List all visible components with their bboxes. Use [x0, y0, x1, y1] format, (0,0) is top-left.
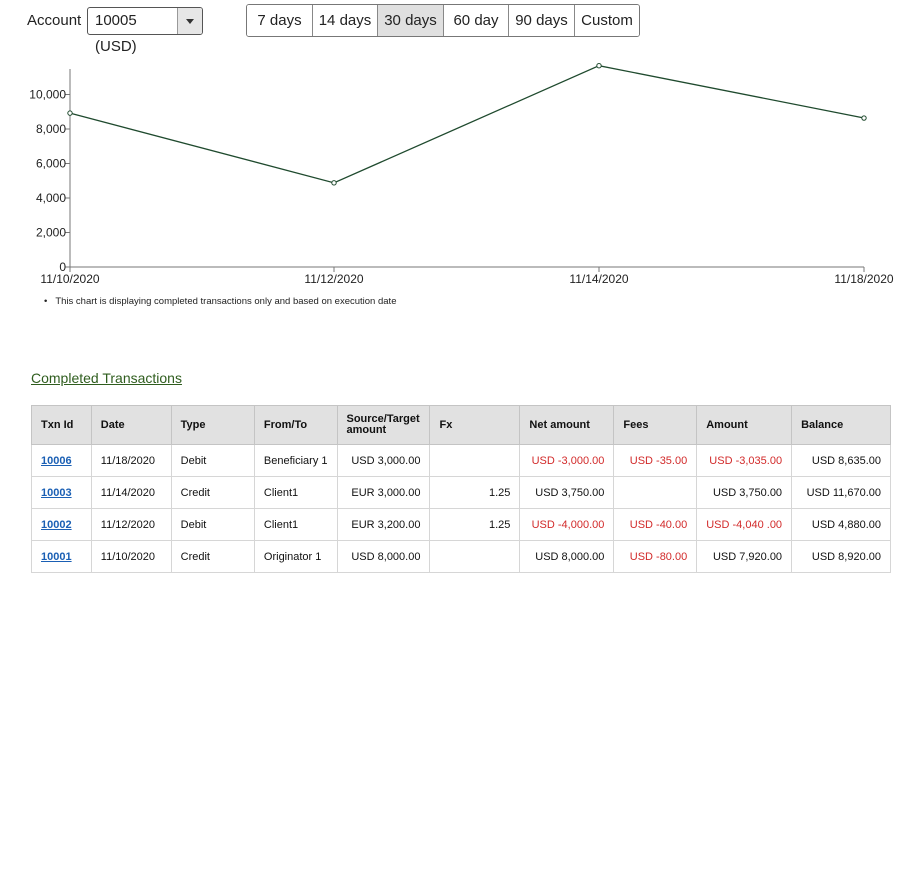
y-tick-label: 8,000 — [36, 122, 66, 136]
table-row: 10002 11/12/2020 Debit Client1 EUR 3,200.00 1… — [31, 508, 891, 541]
column-header-fees: Fees — [613, 405, 698, 445]
data-point — [861, 115, 867, 121]
balance-line-chart: 02,0004,0006,0008,00010,00011/10/2020 11/… — [29, 62, 894, 286]
x-tick-label: 11/12/2020 — [304, 272, 363, 286]
cell-amount: USD -3,035.00 — [696, 444, 793, 477]
chevron-down-icon[interactable] — [177, 8, 202, 34]
bullet-icon: • — [44, 296, 48, 307]
cell-date: 11/10/2020 — [90, 540, 172, 573]
series-line — [69, 65, 865, 184]
x-tick-label: 11/14/2020 — [569, 272, 628, 286]
account-label: Account — [27, 12, 82, 29]
range-14-days-button[interactable]: 14 days — [313, 5, 378, 36]
cell-date: 11/12/2020 — [90, 508, 172, 541]
x-tick-label: 11/18/2020 — [834, 272, 893, 286]
cell-fees — [613, 476, 698, 509]
completed-transactions-link[interactable]: Completed Transactions — [31, 370, 182, 386]
cell-type: Debit — [170, 508, 255, 541]
cell-from-to: Client1 — [253, 476, 338, 509]
table-row: 10003 11/14/2020 Credit Client1 EUR 3,000.00… — [31, 476, 891, 509]
cell-net-amount: USD -4,000.00 — [519, 508, 615, 541]
chart-note-text: This chart is displaying completed trans… — [55, 296, 397, 307]
column-header-type: Type — [170, 405, 255, 445]
cell-fx — [429, 444, 521, 477]
cell-type: Debit — [170, 444, 255, 477]
cell-amount: USD -4,040 .00 — [696, 508, 793, 541]
range-custom-button[interactable]: Custom — [575, 5, 639, 36]
cell-amount: USD 3,750.00 — [696, 476, 793, 509]
cell-date: 11/14/2020 — [90, 476, 172, 509]
account-select[interactable]: 10005 (USD) — [87, 7, 203, 55]
cell-fx: 1.25 — [429, 508, 521, 541]
cell-balance: USD 8,920.00 — [791, 540, 891, 573]
txn-id-link[interactable]: 10001 — [41, 551, 72, 563]
cell-txn-id: 10002 — [31, 508, 92, 541]
range-7-days-button[interactable]: 7 days — [247, 5, 313, 36]
column-header-balance: Balance — [791, 405, 891, 445]
account-select-value: 10005 (USD) — [95, 12, 137, 55]
txn-id-link[interactable]: 10006 — [41, 455, 72, 467]
y-tick-label: 10,000 — [29, 88, 66, 102]
column-header-date: Date — [90, 405, 172, 445]
table-body: 10006 11/18/2020 Debit Beneficiary 1 USD 3,0… — [31, 444, 891, 573]
column-header-from-to: From/To — [253, 405, 338, 445]
cell-from-to: Client1 — [253, 508, 338, 541]
range-30-days-button[interactable]: 30 days — [378, 5, 444, 36]
y-tick-label: 4,000 — [36, 191, 66, 205]
data-point — [331, 180, 337, 186]
cell-type: Credit — [170, 476, 255, 509]
cell-fees: USD -80.00 — [613, 540, 698, 573]
data-point — [596, 62, 602, 69]
cell-fees: USD -40.00 — [613, 508, 698, 541]
table-header-row: Txn Id Date Type From/To Source/Target amoun… — [31, 405, 891, 445]
transactions-table: Txn Id Date Type From/To Source/Target amoun… — [31, 405, 891, 573]
cell-source-target-amount: EUR 3,200.00 — [336, 508, 431, 541]
y-tick-label: 6,000 — [36, 157, 66, 171]
date-range-toggle: 7 days 14 days 30 days 60 day 90 days Cu… — [246, 4, 640, 37]
column-header-source-target-amount: Source/Target amount — [336, 405, 431, 445]
cell-source-target-amount: USD 3,000.00 — [336, 444, 431, 477]
cell-balance: USD 8,635.00 — [791, 444, 891, 477]
cell-source-target-amount: EUR 3,000.00 — [336, 476, 431, 509]
range-90-days-button[interactable]: 90 days — [509, 5, 575, 36]
cell-net-amount: USD 3,750.00 — [519, 476, 615, 509]
cell-balance: USD 11,670.00 — [791, 476, 891, 509]
data-point — [67, 110, 73, 116]
cell-from-to: Originator 1 — [253, 540, 338, 573]
column-header-txn-id: Txn Id — [31, 405, 92, 445]
y-tick-label: 2,000 — [36, 226, 66, 240]
cell-balance: USD 4,880.00 — [791, 508, 891, 541]
cell-fx — [429, 540, 521, 573]
cell-txn-id: 10003 — [31, 476, 92, 509]
cell-amount: USD 7,920.00 — [696, 540, 793, 573]
table-row: 10006 11/18/2020 Debit Beneficiary 1 USD 3,0… — [31, 444, 891, 477]
cell-fx: 1.25 — [429, 476, 521, 509]
cell-from-to: Beneficiary 1 — [253, 444, 338, 477]
cell-txn-id: 10006 — [31, 444, 92, 477]
chart-note: • This chart is displaying completed tran… — [44, 296, 396, 307]
txn-id-link[interactable]: 10003 — [41, 487, 72, 499]
table-row: 10001 11/10/2020 Credit Originator 1 USD 8,0… — [31, 540, 891, 573]
cell-type: Credit — [170, 540, 255, 573]
column-header-amount: Amount — [696, 405, 793, 445]
x-tick-label: 11/10/2020 — [40, 272, 99, 286]
column-header-fx: Fx — [429, 405, 521, 445]
cell-net-amount: USD -3,000.00 — [519, 444, 615, 477]
cell-fees: USD -35.00 — [613, 444, 698, 477]
cell-net-amount: USD 8,000.00 — [519, 540, 615, 573]
range-60-day-button[interactable]: 60 day — [444, 5, 509, 36]
cell-txn-id: 10001 — [31, 540, 92, 573]
column-header-net-amount: Net amount — [519, 405, 615, 445]
txn-id-link[interactable]: 10002 — [41, 519, 72, 531]
cell-date: 11/18/2020 — [90, 444, 172, 477]
cell-source-target-amount: USD 8,000.00 — [336, 540, 431, 573]
